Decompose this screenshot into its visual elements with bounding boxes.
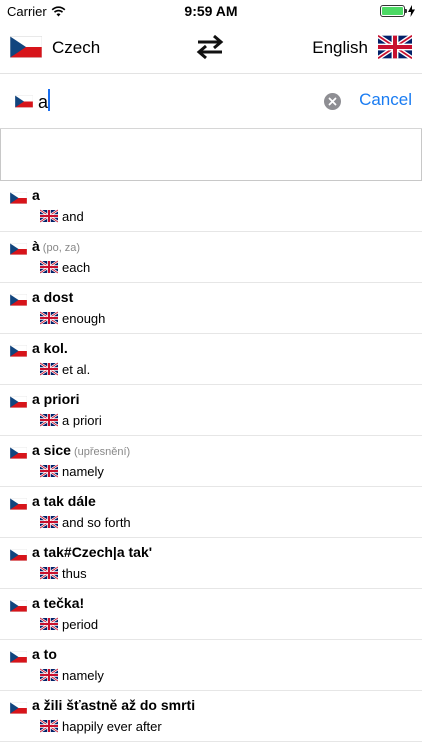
status-bar: Carrier 9:59 AM [0,0,422,22]
entry-term-text: a sice [32,442,71,458]
czech-flag-icon [10,600,27,612]
language-header: Czech English [0,22,422,74]
czech-flag-icon [10,549,27,561]
uk-flag-icon [40,566,58,580]
entry-term-text: a tak dále [32,493,96,509]
list-item[interactable]: a and [0,181,422,232]
list-item[interactable]: a tečka! period [0,589,422,640]
status-time: 9:59 AM [184,3,238,19]
czech-flag-icon [10,651,27,663]
czech-flag-icon [10,702,27,714]
czech-flag-icon [10,345,27,357]
clear-search-icon[interactable] [324,93,341,110]
entry-translation: period [62,617,99,632]
source-language-label[interactable]: Czech [52,38,100,58]
entry-translation: a priori [62,413,102,428]
entry-term-text: a to [32,646,57,662]
entry-term: a tečka! [32,595,87,611]
list-item[interactable]: a tak dále and so forth [0,487,422,538]
list-item[interactable]: a kol. et al. [0,334,422,385]
entry-term: a dost [32,289,76,305]
entry-term: a kol. [32,340,71,356]
czech-flag-icon [10,243,27,255]
entry-term-text: a dost [32,289,74,305]
status-right [380,5,415,17]
entry-translation: and [62,209,84,224]
entry-translation: and so forth [62,515,131,530]
list-item[interactable]: a žili šťastně až do smrti happily ever a… [0,691,422,742]
czech-flag-icon [10,498,27,510]
list-item[interactable]: à (po, za) each [0,232,422,283]
entry-term: a sice (upřesnění) [32,442,130,458]
entry-term: a [32,187,43,203]
uk-flag-icon [40,464,58,478]
czech-flag-icon[interactable] [10,36,42,58]
search-input[interactable] [38,89,313,115]
cancel-button[interactable]: Cancel [359,90,412,110]
entry-term-text: a tak#Czech|a tak' [32,544,153,560]
uk-flag-icon [40,515,58,529]
list-item[interactable]: a priori a priori [0,385,422,436]
entry-note: (po, za) [42,242,81,254]
battery-icon [380,5,407,17]
uk-flag-icon [40,209,58,223]
target-language-label[interactable]: English [312,38,368,58]
uk-flag-icon [40,617,58,631]
entry-term: à (po, za) [32,238,80,254]
czech-flag-icon [10,294,27,306]
entry-term-text: a tečka! [32,595,85,611]
uk-flag-icon [40,362,58,376]
text-caret [48,89,50,111]
entry-term: a žili šťastně až do smrti [32,697,198,713]
uk-flag-icon [40,668,58,682]
uk-flag-icon [40,413,58,427]
entry-term-text: a [32,187,40,203]
list-item[interactable]: a to namely [0,640,422,691]
entry-term: a tak#Czech|a tak' [32,544,155,560]
entry-term: a tak dále [32,493,99,509]
czech-flag-icon [10,192,27,204]
entry-term: a priori [32,391,82,407]
results-list: a and à (po, za) each a dost enough a kol. et al… [0,181,422,742]
entry-translation: namely [62,464,104,479]
czech-flag-icon [10,396,27,408]
entry-term-text: a kol. [32,340,68,356]
czech-flag-icon [10,447,27,459]
suggestion-area [0,129,422,181]
uk-flag-icon [40,260,58,274]
entry-term-text: a priori [32,391,80,407]
swap-languages-icon[interactable] [194,34,226,60]
czech-flag-icon [15,95,33,108]
entry-term-text: à [32,238,40,254]
list-item[interactable]: a tak#Czech|a tak' thus [0,538,422,589]
entry-translation: enough [62,311,106,326]
entry-translation: namely [62,668,104,683]
list-item[interactable]: a sice (upřesnění) namely [0,436,422,487]
uk-flag-icon[interactable] [378,34,412,60]
entry-translation: et al. [62,362,91,377]
uk-flag-icon [40,719,58,733]
entry-translation: thus [62,566,87,581]
list-item[interactable]: a dost enough [0,283,422,334]
entry-term: a to [32,646,60,662]
entry-note: (upřesnění) [73,446,131,458]
entry-term-text: a žili šťastně až do smrti [32,697,196,713]
uk-flag-icon [40,311,58,325]
entry-translation: happily ever after [62,719,162,734]
entry-translation: each [62,260,91,275]
charging-icon [408,5,415,17]
